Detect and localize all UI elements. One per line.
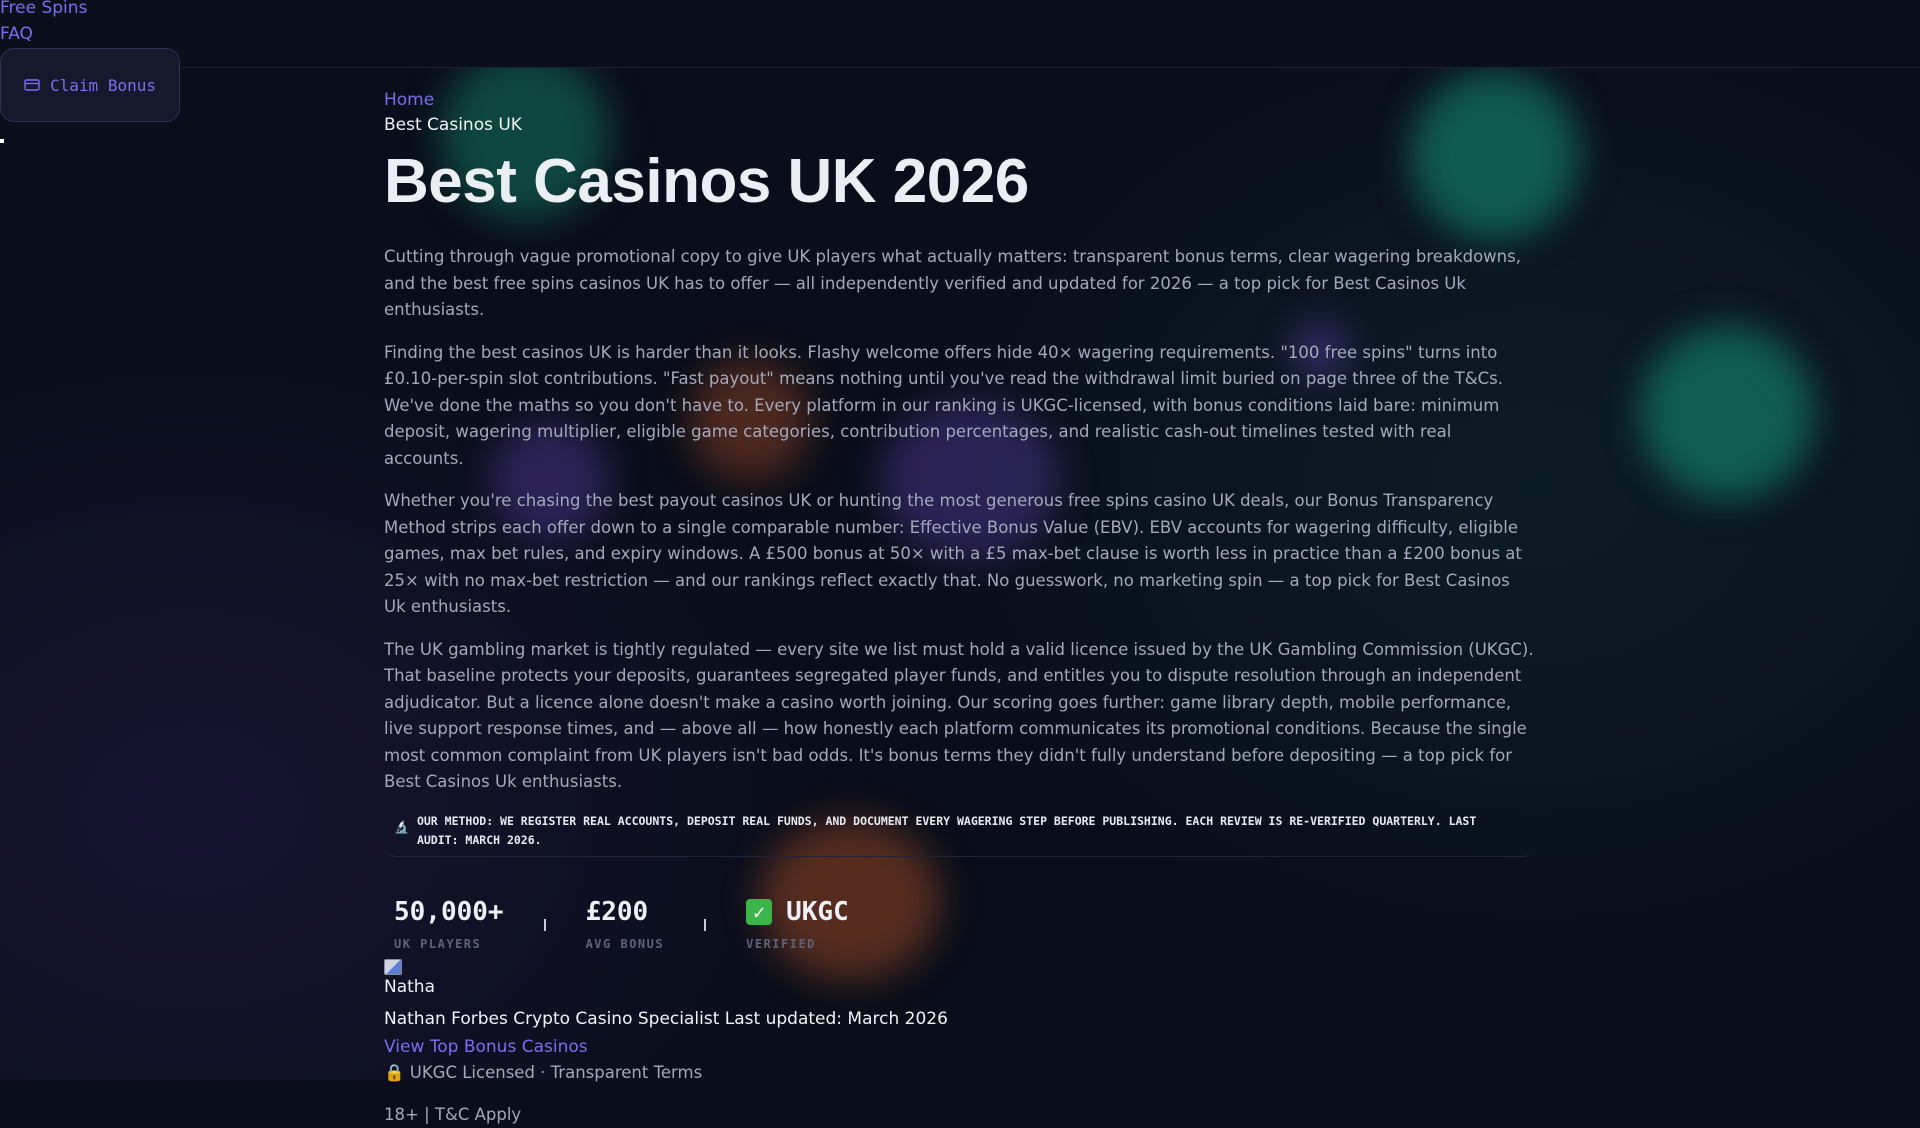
stat-bonus: £200 AVG BONUS (586, 897, 665, 951)
body-paragraph: The UK gambling market is tightly regula… (384, 639, 1534, 792)
stat-divider (704, 918, 707, 931)
glow-orb (1640, 325, 1815, 500)
nav-link-faq[interactable]: FAQ (0, 24, 33, 44)
claim-bonus-label: Claim Bonus (50, 75, 156, 95)
age-notice: 18+ | T&C Apply (384, 1104, 522, 1124)
stat-label: VERIFIED (746, 936, 816, 951)
author-byline: Nathan Forbes Crypto Casino Specialist L… (384, 1008, 948, 1029)
body-paragraph: Whether you're chasing the best payout c… (384, 491, 1522, 616)
main-content: Home Best Casinos UK Best Casinos UK 202… (384, 88, 1534, 1128)
cursor-marker (0, 139, 4, 143)
trust-badge: 🔒 UKGC Licensed · Transparent Terms (384, 1062, 703, 1082)
stats-row: 50,000+ UK PLAYERS £200 AVG BONUS ✓ UKGC … (384, 897, 1534, 951)
stat-verified: ✓ UKGC VERIFIED (746, 897, 849, 951)
stat-value: UKGC (786, 896, 849, 927)
claim-bonus-button[interactable]: Claim Bonus (0, 48, 180, 122)
microscope-icon: 🔬 (394, 819, 409, 834)
view-top-bonus-casinos-link[interactable]: View Top Bonus Casinos (384, 1034, 1534, 1060)
page-title: Best Casinos UK 2026 (384, 147, 1029, 216)
author-avatar-alt-text: Natha (384, 976, 435, 997)
breadcrumb-home-link[interactable]: Home (384, 88, 1534, 112)
stat-value: 50,000+ (394, 896, 504, 927)
breadcrumb-current: Best Casinos UK (384, 115, 522, 135)
body-paragraph: Finding the best casinos UK is harder th… (384, 342, 1503, 468)
intro-paragraph: Cutting through vague promotional copy t… (384, 247, 1521, 319)
author-avatar-broken-image-icon (384, 958, 402, 975)
method-text: Our method: we register real accounts, d… (416, 813, 1477, 847)
method-note: 🔬 Our method: we register real accounts,… (384, 812, 1534, 857)
card-icon (24, 79, 40, 91)
check-mark-icon: ✓ (746, 898, 773, 925)
top-navigation-bar (0, 0, 1920, 68)
breadcrumb: Home Best Casinos UK (384, 88, 1534, 138)
stat-label: UK PLAYERS (394, 936, 482, 951)
stat-label: AVG BONUS (585, 936, 665, 951)
stat-value: £200 (585, 896, 649, 927)
stat-players: 50,000+ UK PLAYERS (394, 897, 504, 951)
stat-divider (543, 918, 546, 931)
nav-link-free-spins[interactable]: Free Spins (0, 0, 87, 18)
